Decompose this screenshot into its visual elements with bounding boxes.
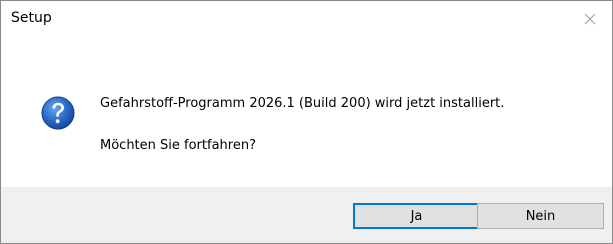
close-icon	[584, 13, 596, 25]
setup-dialog: Setup Gefahrstoff-Programm 2026.1 (Build…	[0, 0, 613, 244]
button-bar: Ja Nein	[1, 187, 612, 243]
title-bar: Setup	[1, 1, 612, 37]
window-title: Setup	[11, 10, 52, 26]
message-line-2: Möchten Sie fortfahren?	[100, 138, 256, 153]
close-button[interactable]	[568, 1, 612, 37]
question-icon	[41, 96, 75, 130]
yes-button[interactable]: Ja	[353, 203, 480, 229]
no-button[interactable]: Nein	[477, 203, 604, 229]
message-line-1: Gefahrstoff-Programm 2026.1 (Build 200) …	[100, 96, 505, 111]
message-area: Gefahrstoff-Programm 2026.1 (Build 200) …	[1, 37, 612, 187]
